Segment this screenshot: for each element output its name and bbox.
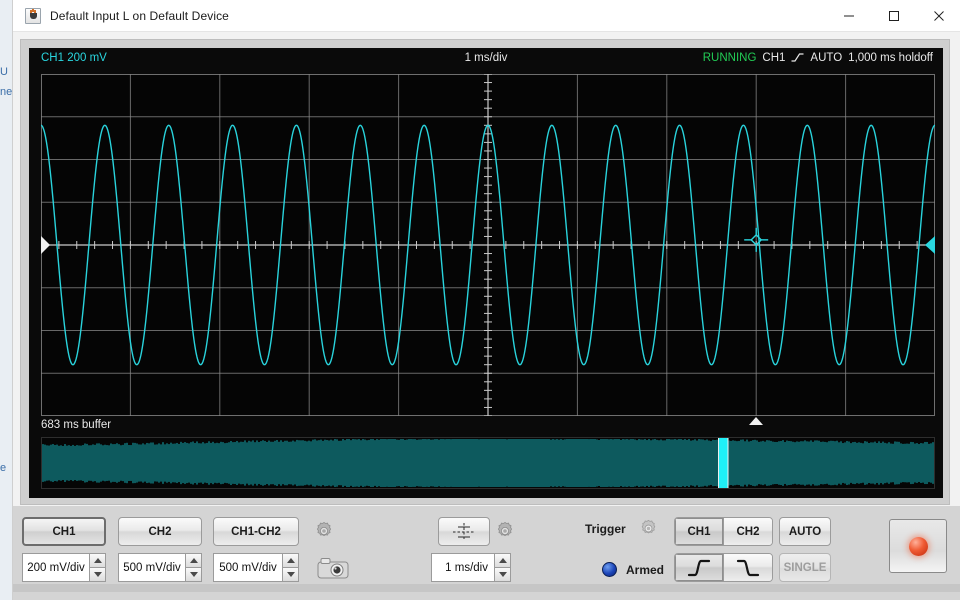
record-dot-icon (908, 536, 928, 556)
waveform-graticule[interactable] (41, 74, 935, 416)
channel-button-ch1[interactable]: CH1 (22, 517, 106, 546)
holdoff-text: 1,000 ms holdoff (848, 52, 933, 64)
desktop-glyph-1: U (0, 66, 8, 78)
ch1-ch2-scale-down-button[interactable] (282, 567, 299, 582)
main-window: Default Input L on Default Device CH1 20… (12, 0, 960, 600)
buffer-length-label: 683 ms buffer (41, 419, 112, 431)
buffer-waveform (42, 438, 934, 488)
trigger-mode-auto-button[interactable]: AUTO (779, 517, 831, 546)
cursor-crosshair-button[interactable] (438, 517, 490, 546)
waveform-plot (41, 74, 935, 416)
run-state-text: RUNNING (702, 52, 757, 64)
ch1-scale-up-button[interactable] (89, 553, 106, 567)
timebase-down-button[interactable] (494, 567, 511, 582)
close-button[interactable] (916, 0, 960, 31)
desktop-glyph-2: ne (0, 86, 12, 98)
trigger-source-ch1[interactable]: CH1 (675, 518, 723, 545)
maximize-button[interactable] (871, 0, 916, 31)
desktop-background: U ne e (0, 0, 12, 600)
rising-edge-icon (687, 559, 711, 576)
desktop-glyph-3: e (0, 462, 7, 474)
trigger-time-marker[interactable] (749, 417, 764, 425)
ch1-ch2-scale-up-button[interactable] (282, 553, 299, 567)
trigger-settings-gear-icon[interactable] (638, 518, 659, 539)
record-button[interactable] (889, 519, 947, 573)
trigger-source-selector[interactable]: CH1 CH2 (674, 517, 773, 546)
trigger-slope-selector[interactable] (674, 553, 773, 582)
crosshair-icon (453, 522, 475, 541)
rising-edge-icon (791, 53, 804, 62)
titlebar: Default Input L on Default Device (13, 0, 960, 32)
ch1-scale-value[interactable]: 200 mV/div (22, 553, 89, 582)
timebase-settings-gear-icon[interactable] (494, 520, 516, 542)
camera-icon[interactable] (317, 556, 349, 580)
armed-led-indicator (602, 562, 617, 577)
trigger-slope-rising-button[interactable] (675, 554, 723, 581)
trigger-single-button[interactable]: SINGLE (779, 553, 831, 582)
channel-settings-gear-icon[interactable] (313, 520, 335, 542)
ch2-scale-down-button[interactable] (185, 567, 202, 582)
trigger-source-ch2[interactable]: CH2 (723, 518, 772, 545)
armed-label: Armed (626, 563, 665, 577)
control-panel: CH1 CH2 CH1-CH2 200 mV/div 500 mV/div 50… (13, 506, 960, 600)
trigger-source-text: CH1 (762, 52, 786, 64)
channel-button-ch2[interactable]: CH2 (118, 517, 202, 546)
status-readout: RUNNING CH1 AUTO 1,000 ms holdoff (703, 52, 933, 64)
timebase-up-button[interactable] (494, 553, 511, 567)
trigger-section-label: Trigger (585, 522, 626, 536)
ch2-scale-spinner[interactable]: 500 mV/div (118, 553, 202, 582)
ch2-scale-up-button[interactable] (185, 553, 202, 567)
scope-screen[interactable]: CH1 200 mV 1 ms/div RUNNING CH1 AUTO 1,000 … (29, 48, 943, 498)
falling-edge-icon (736, 559, 760, 576)
buffer-overview-strip[interactable] (41, 437, 935, 489)
java-coffee-icon (25, 7, 41, 24)
window-controls (826, 0, 960, 31)
ch1-ch2-scale-spinner[interactable]: 500 mV/div (213, 553, 299, 582)
ch1-scale-down-button[interactable] (89, 567, 106, 582)
trigger-mode-text: AUTO (810, 52, 843, 64)
ch1-ch2-scale-value[interactable]: 500 mV/div (213, 553, 282, 582)
scope-header: CH1 200 mV 1 ms/div RUNNING CH1 AUTO 1,000 … (29, 48, 943, 73)
oscilloscope-app-window: U ne e Default Input L on Default Device (0, 0, 960, 600)
ch1-scale-spinner[interactable]: 200 mV/div (22, 553, 106, 582)
window-title: Default Input L on Default Device (50, 8, 229, 23)
scope-display-frame: CH1 200 mV 1 ms/div RUNNING CH1 AUTO 1,000 … (20, 39, 950, 505)
trigger-slope-falling-button[interactable] (723, 554, 772, 581)
timebase-value[interactable]: 1 ms/div (431, 553, 494, 582)
minimize-button[interactable] (826, 0, 871, 31)
ch2-scale-value[interactable]: 500 mV/div (118, 553, 185, 582)
timebase-spinner[interactable]: 1 ms/div (431, 553, 511, 582)
channel-button-ch1-ch2[interactable]: CH1-CH2 (213, 517, 299, 546)
